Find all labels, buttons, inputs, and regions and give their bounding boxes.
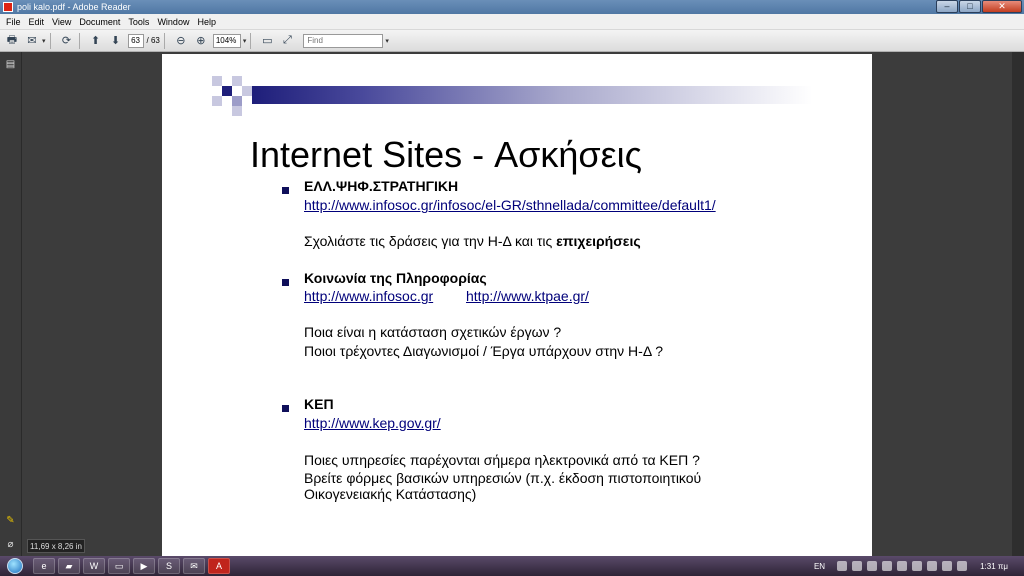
menu-file[interactable]: File — [6, 17, 21, 27]
toolbar-separator — [78, 32, 80, 49]
media-icon[interactable]: ▶ — [133, 558, 155, 574]
start-button[interactable] — [0, 556, 30, 576]
minimize-button[interactable]: – — [936, 0, 958, 13]
comments-icon[interactable]: ✎ — [4, 514, 17, 527]
skype-icon[interactable]: S — [158, 558, 180, 574]
link-infosoc-committee[interactable]: http://www.infosoc.gr/infosoc/el-GR/sthn… — [304, 197, 716, 213]
link-ktpae[interactable]: http://www.ktpae.gr/ — [466, 288, 589, 304]
tray-icon[interactable] — [912, 561, 923, 571]
section-text-strategy: Σχολιάστε τις δράσεις για την Η-Δ και τι… — [304, 233, 641, 249]
menu-bar: File Edit View Document Tools Window Hel… — [0, 14, 1024, 30]
section-text-infosoc-2: Ποιοι τρέχοντες Διαγωνισμοί / Έργα υπάρχ… — [304, 343, 664, 359]
volume-icon[interactable] — [957, 561, 968, 571]
zoom-out-icon[interactable]: ⊖ — [173, 33, 189, 49]
window-title-bar: poli kalo.pdf - Adobe Reader – □ ✕ — [0, 0, 1024, 14]
collaborate-icon[interactable]: ⟳ — [59, 33, 75, 49]
tray-icon[interactable] — [867, 561, 878, 571]
page-number-input[interactable] — [127, 33, 144, 48]
tray-icon[interactable] — [852, 561, 863, 571]
maximize-button[interactable]: □ — [959, 0, 981, 13]
bullet-square-icon — [282, 405, 289, 412]
bluetooth-icon[interactable] — [927, 561, 938, 571]
link-infosoc[interactable]: http://www.infosoc.gr — [304, 288, 433, 304]
menu-tools[interactable]: Tools — [128, 17, 149, 27]
toolbar-separator — [250, 32, 252, 49]
fit-page-icon[interactable]: ▭ — [259, 33, 275, 49]
page-total: / 63 — [146, 36, 160, 45]
language-indicator[interactable]: EN — [814, 562, 825, 571]
section-heading-kep: ΚΕΠ — [304, 396, 334, 412]
zoom-in-icon[interactable]: ⊕ — [193, 33, 209, 49]
email-dropdown-icon[interactable]: ▾ — [42, 37, 46, 45]
section-heading-strategy: ΕΛΛ.ΨΗΦ.ΣΤΡΑΤΗΓΙΚΗ — [304, 178, 459, 194]
close-button[interactable]: ✕ — [982, 0, 1022, 13]
print-icon[interactable]: 🖶 — [4, 33, 20, 49]
folder-icon[interactable]: ▰ — [58, 558, 80, 574]
zoom-dropdown-icon[interactable]: ▾ — [243, 37, 247, 45]
bullet-square-icon — [282, 279, 289, 286]
mail-icon[interactable]: ✉ — [183, 558, 205, 574]
clock[interactable]: 1:31 πμ — [980, 562, 1008, 571]
page-size-tooltip: 11,69 x 8,26 in — [27, 539, 85, 553]
bullet-item — [282, 274, 289, 286]
system-tray: EN 1:31 πμ — [814, 556, 1024, 576]
explorer-icon[interactable]: ▭ — [108, 558, 130, 574]
find-input[interactable] — [303, 33, 384, 48]
slide-title: Internet Sites - Ασκήσεις — [250, 134, 642, 175]
fit-width-icon[interactable]: ⤢ — [279, 33, 295, 49]
text-strategy-bold: επιχειρήσεις — [556, 233, 641, 249]
attachments-icon[interactable]: ⌀ — [4, 538, 17, 551]
zoom-level-input[interactable] — [212, 33, 241, 48]
prev-page-icon[interactable]: ⬆ — [88, 33, 104, 49]
link-kep[interactable]: http://www.kep.gov.gr/ — [304, 415, 441, 431]
section-heading-infosoc: Κοινωνία της Πληροφορίας — [304, 270, 487, 286]
windows-taskbar: e ▰ W ▭ ▶ S ✉ A EN 1:31 πμ — [0, 556, 1024, 576]
toolbar-separator — [163, 32, 165, 49]
section-text-kep-3: Οικογενειακής Κατάστασης) — [304, 486, 477, 502]
windows-logo-icon — [7, 558, 23, 574]
menu-window[interactable]: Window — [157, 17, 189, 27]
tray-icon[interactable] — [897, 561, 908, 571]
window-controls: – □ ✕ — [935, 0, 1022, 14]
toolbar: 🖶 ✉ ▾ ⟳ ⬆ ⬇ / 63 ⊖ ⊕ ▾ ▭ ⤢ ▾ — [0, 30, 1024, 52]
pages-panel-icon[interactable]: ▤ — [4, 58, 17, 71]
word-icon[interactable]: W — [83, 558, 105, 574]
acrobat-icon[interactable]: A — [208, 558, 230, 574]
network-icon[interactable] — [942, 561, 953, 571]
section-text-infosoc-1: Ποια είναι η κατάσταση σχετικών έργων ? — [304, 324, 562, 340]
section-text-kep-1: Ποιες υπηρεσίες παρέχονται σήμερα ηλεκτρ… — [304, 452, 700, 468]
menu-document[interactable]: Document — [79, 17, 120, 27]
bullet-item — [282, 182, 289, 194]
email-icon[interactable]: ✉ — [24, 33, 40, 49]
toolbar-separator — [49, 32, 51, 49]
bullet-square-icon — [282, 187, 289, 194]
vertical-scrollbar[interactable] — [1012, 52, 1024, 556]
adobe-reader-icon — [3, 2, 13, 12]
navigation-pane: ▤ ✎ ⌀ — [0, 52, 22, 556]
tray-icon[interactable] — [882, 561, 893, 571]
find-dropdown-icon[interactable]: ▾ — [385, 37, 389, 45]
pdf-page: Internet Sites - Ασκήσεις ΕΛΛ.ΨΗΦ.ΣΤΡΑΤΗ… — [162, 54, 872, 556]
window-title: poli kalo.pdf - Adobe Reader — [17, 2, 131, 12]
text-strategy-plain: Σχολιάστε τις δράσεις για την Η-Δ και τι… — [304, 233, 557, 249]
tray-icon[interactable] — [837, 561, 848, 571]
section-text-kep-2: Βρείτε φόρμες βασικών υπηρεσιών (π.χ. έκ… — [304, 470, 702, 486]
ie-icon[interactable]: e — [33, 558, 55, 574]
menu-edit[interactable]: Edit — [29, 17, 45, 27]
next-page-icon[interactable]: ⬇ — [108, 33, 124, 49]
menu-help[interactable]: Help — [197, 17, 216, 27]
header-gradient-bar — [252, 86, 812, 104]
bullet-item — [282, 400, 289, 412]
menu-view[interactable]: View — [52, 17, 71, 27]
